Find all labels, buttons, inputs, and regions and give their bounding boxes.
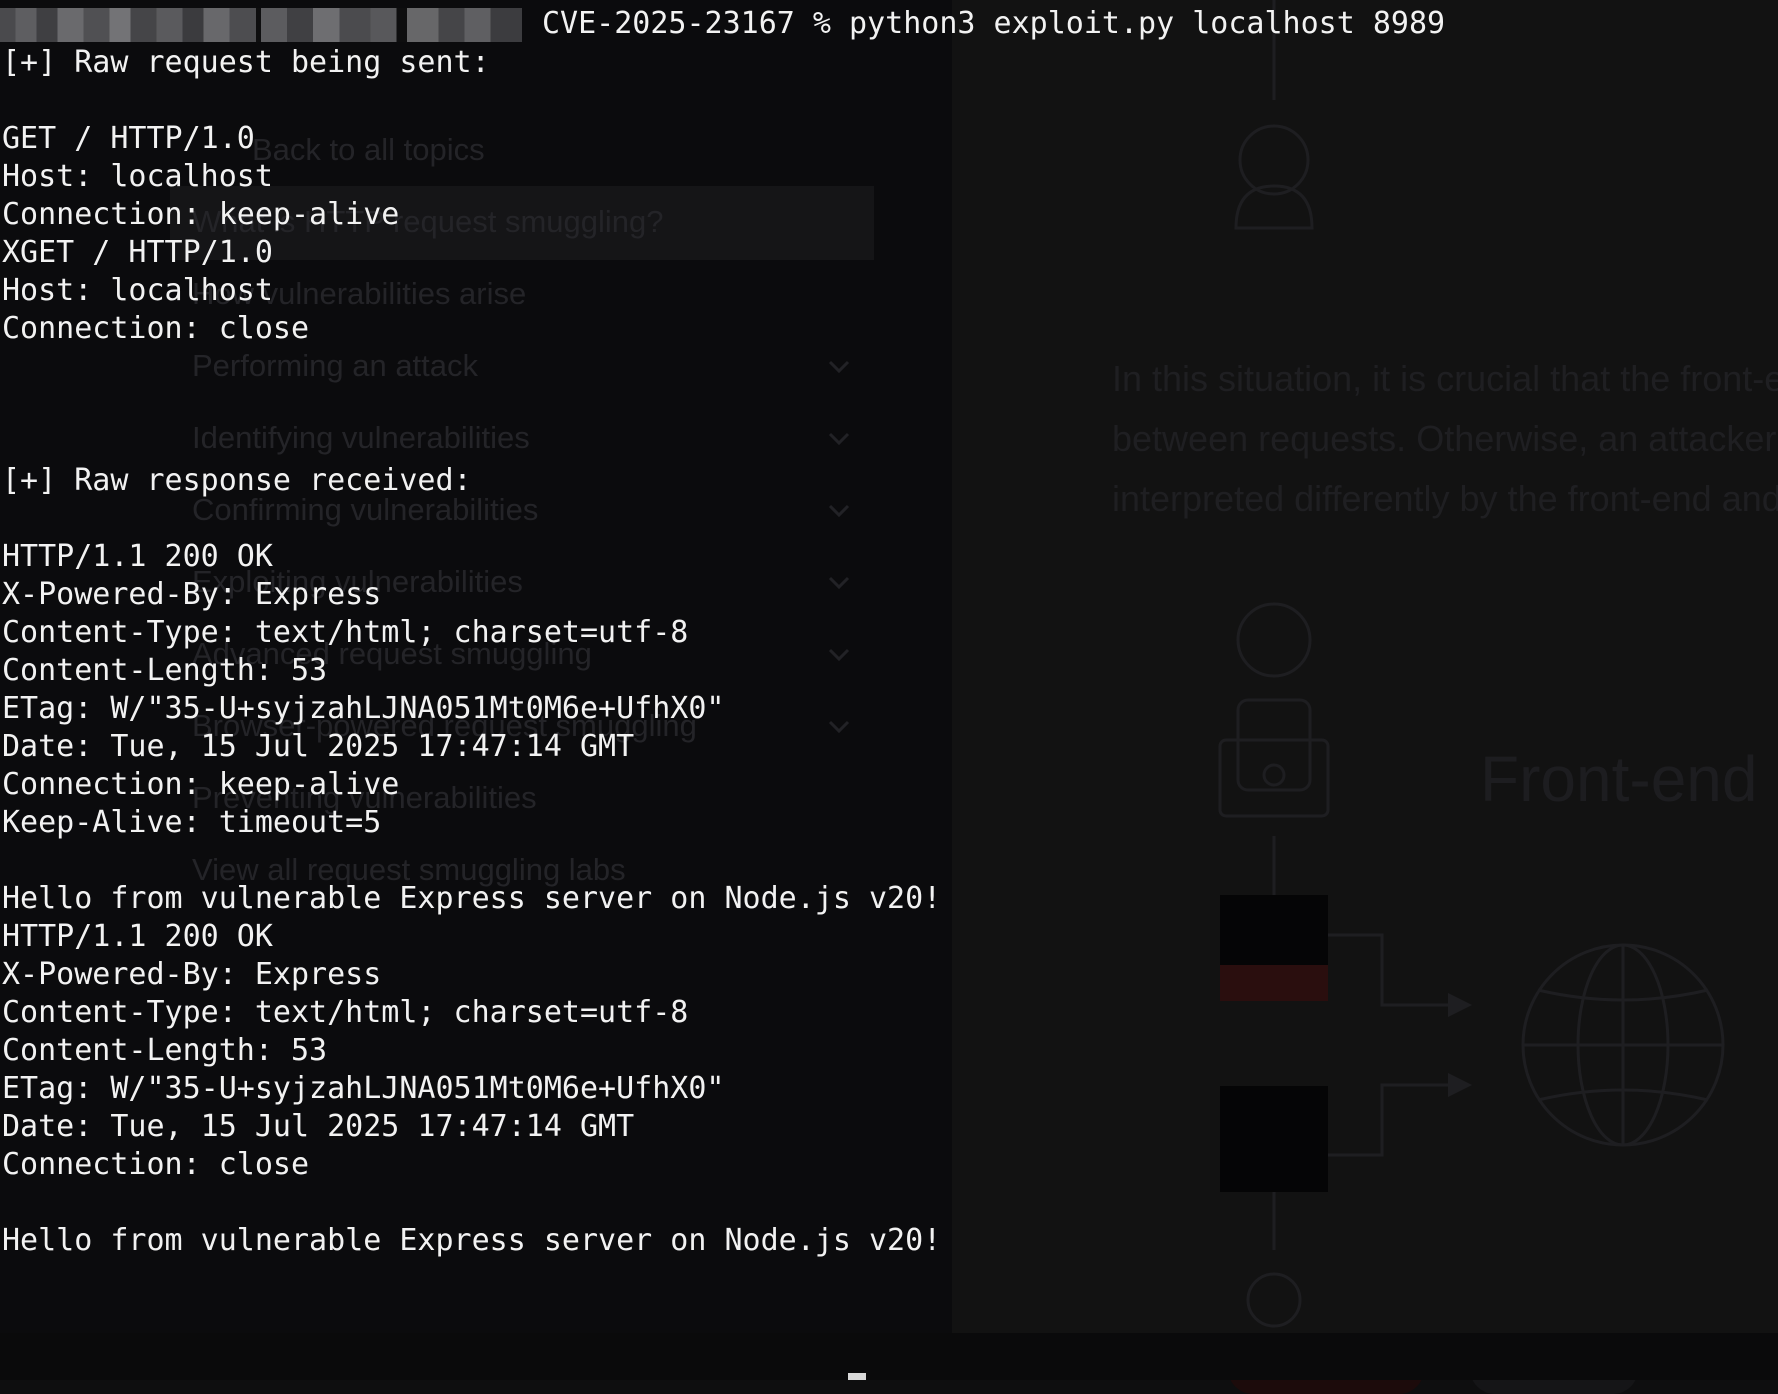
terminal-output-line: XGET / HTTP/1.0 xyxy=(2,235,273,270)
terminal-output-line: Content-Type: text/html; charset=utf-8 xyxy=(2,615,689,650)
terminal-output-line: [+] Raw request being sent: xyxy=(2,45,490,80)
command-prompt-line: CVE-2025-23167 % python3 exploit.py loca… xyxy=(542,6,1446,41)
terminal-output-line: Host: localhost xyxy=(2,273,273,308)
terminal-output-line: Connection: keep-alive xyxy=(2,767,400,802)
terminal-output-line: Content-Length: 53 xyxy=(2,653,328,688)
terminal-output-line: Date: Tue, 15 Jul 2025 17:47:14 GMT xyxy=(2,729,635,764)
terminal-output-line: X-Powered-By: Express xyxy=(2,957,382,992)
terminal-output-line: Content-Length: 53 xyxy=(2,1033,328,1068)
terminal-window[interactable]: CVE-2025-23167 % python3 exploit.py loca… xyxy=(0,0,1778,1380)
terminal-output-line: Hello from vulnerable Express server on … xyxy=(2,1223,942,1258)
terminal-output-line: ETag: W/"35-U+syjzahLJNA051Mt0M6e+UfhX0" xyxy=(2,1071,725,1106)
terminal-output-line: Connection: keep-alive xyxy=(2,197,400,232)
terminal-output-line: Date: Tue, 15 Jul 2025 17:47:14 GMT xyxy=(2,1109,635,1144)
terminal-output-line: Hello from vulnerable Express server on … xyxy=(2,881,942,916)
terminal-output-line: Content-Type: text/html; charset=utf-8 xyxy=(2,995,689,1030)
terminal-output-line: Connection: close xyxy=(2,311,310,346)
terminal-bottom-band xyxy=(0,1333,1778,1380)
terminal-cursor xyxy=(848,1373,866,1380)
terminal-output-line: GET / HTTP/1.0 xyxy=(2,121,255,156)
terminal-output-line: HTTP/1.1 200 OK xyxy=(2,539,273,574)
terminal-output-line: X-Powered-By: Express xyxy=(2,577,382,612)
redacted-prompt-prefix xyxy=(0,8,522,42)
terminal-output-line: HTTP/1.1 200 OK xyxy=(2,919,273,954)
terminal-output-line: Connection: close xyxy=(2,1147,310,1182)
terminal-output-line: Host: localhost xyxy=(2,159,273,194)
terminal-output-line: ETag: W/"35-U+syjzahLJNA051Mt0M6e+UfhX0" xyxy=(2,691,725,726)
terminal-output-line: [+] Raw response received: xyxy=(2,463,472,498)
terminal-output-line: Keep-Alive: timeout=5 xyxy=(2,805,382,840)
